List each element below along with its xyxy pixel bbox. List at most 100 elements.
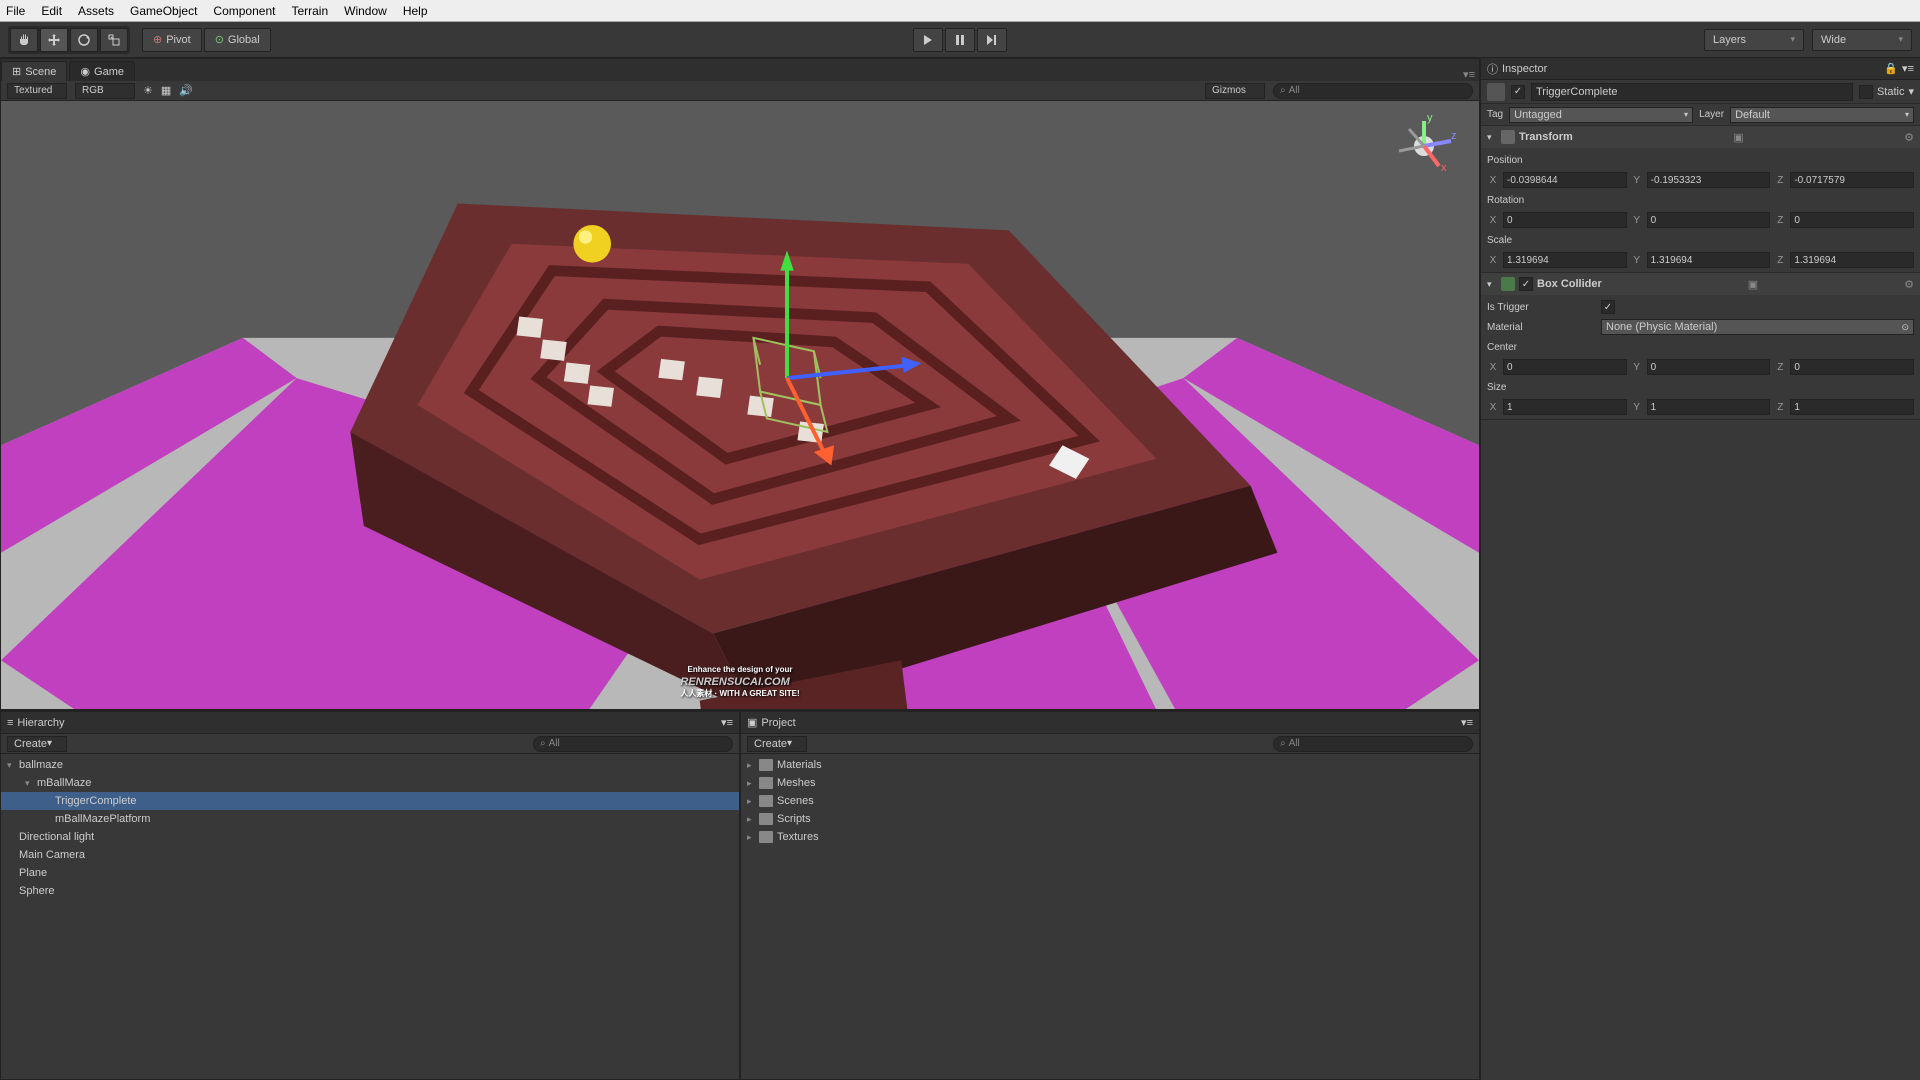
hierarchy-search[interactable]: All <box>533 736 733 752</box>
hierarchy-item[interactable]: Directional light <box>1 828 739 846</box>
size-y[interactable]: 1 <box>1647 399 1771 415</box>
render-dropdown[interactable]: RGB <box>75 83 135 99</box>
scale-x[interactable]: 1.319694 <box>1503 252 1627 268</box>
panel-menu-icon[interactable]: ▾≡ <box>721 716 733 729</box>
gizmos-dropdown[interactable]: Gizmos <box>1205 83 1265 99</box>
menu-window[interactable]: Window <box>344 4 387 18</box>
fx-toggle[interactable]: ▦ <box>161 84 171 97</box>
hierarchy-item[interactable]: Main Camera <box>1 846 739 864</box>
svg-text:x: x <box>1441 162 1447 174</box>
step-button[interactable] <box>977 28 1007 52</box>
rotation-z[interactable]: 0 <box>1790 212 1914 228</box>
hierarchy-create[interactable]: Create ▾ <box>7 736 67 752</box>
move-tool[interactable] <box>40 28 68 52</box>
layout-dropdown[interactable]: Wide <box>1812 29 1912 51</box>
active-checkbox[interactable]: ✓ <box>1511 85 1525 99</box>
transform-component: ▾ Transform ▣ ⚙ Position X-0.0398644Y-0.… <box>1481 126 1920 273</box>
menu-terrain[interactable]: Terrain <box>291 4 328 18</box>
project-search[interactable]: All <box>1273 736 1473 752</box>
position-x[interactable]: -0.0398644 <box>1503 172 1627 188</box>
menu-gameobject[interactable]: GameObject <box>130 4 197 18</box>
help-icon[interactable]: ▣ <box>1748 278 1758 291</box>
center-x[interactable]: 0 <box>1503 359 1627 375</box>
project-folder[interactable]: ▸Scenes <box>741 792 1479 810</box>
project-panel: ▣Project▾≡ Create ▾ All ▸Materials▸Meshe… <box>740 711 1480 1080</box>
transform-icon <box>1501 130 1515 144</box>
scale-y[interactable]: 1.319694 <box>1647 252 1771 268</box>
size-x[interactable]: 1 <box>1503 399 1627 415</box>
scene-icon: ⊞ <box>12 65 21 78</box>
pivot-toggle[interactable]: ⊕Pivot <box>142 28 202 52</box>
tag-dropdown[interactable]: Untagged <box>1509 107 1693 123</box>
static-checkbox[interactable] <box>1859 85 1873 99</box>
hierarchy-item[interactable]: ▾ballmaze <box>1 756 739 774</box>
lock-icon[interactable]: 🔒 <box>1884 62 1898 75</box>
project-folder[interactable]: ▸Textures <box>741 828 1479 846</box>
project-create[interactable]: Create ▾ <box>747 736 807 752</box>
panel-menu-icon[interactable]: ▾≡ <box>1461 716 1473 729</box>
layer-label: Layer <box>1699 109 1724 120</box>
layers-dropdown[interactable]: Layers <box>1704 29 1804 51</box>
rotation-x[interactable]: 0 <box>1503 212 1627 228</box>
inspector-panel: ⓘInspector🔒▾≡ ✓ Static▾ Tag Untagged Lay… <box>1480 58 1920 1080</box>
gear-icon[interactable]: ⚙ <box>1904 278 1914 291</box>
toolbar: ⊕Pivot ⊙Global Layers Wide <box>0 22 1920 58</box>
menu-help[interactable]: Help <box>403 4 428 18</box>
menu-assets[interactable]: Assets <box>78 4 114 18</box>
hierarchy-item[interactable]: Sphere <box>1 882 739 900</box>
center-y[interactable]: 0 <box>1647 359 1771 375</box>
project-tree: ▸Materials▸Meshes▸Scenes▸Scripts▸Texture… <box>741 754 1479 1079</box>
global-toggle[interactable]: ⊙Global <box>204 28 271 52</box>
hierarchy-item[interactable]: TriggerComplete <box>1 792 739 810</box>
transform-header[interactable]: ▾ Transform ▣ ⚙ <box>1481 126 1920 148</box>
gear-icon[interactable]: ⚙ <box>1904 131 1914 144</box>
shading-dropdown[interactable]: Textured <box>7 83 67 99</box>
pause-button[interactable] <box>945 28 975 52</box>
hierarchy-item[interactable]: Plane <box>1 864 739 882</box>
scale-label: Scale <box>1487 235 1597 246</box>
collapse-icon: ▾ <box>1487 279 1497 290</box>
inspector-icon: ⓘ <box>1487 61 1498 77</box>
scene-viewport[interactable]: y z x Enhance the design of your RENRENS… <box>1 101 1479 709</box>
hand-tool[interactable] <box>10 28 38 52</box>
project-folder[interactable]: ▸Scripts <box>741 810 1479 828</box>
panel-menu-icon[interactable]: ▾≡ <box>1459 68 1479 81</box>
object-name-field[interactable] <box>1531 83 1853 101</box>
rotation-y[interactable]: 0 <box>1647 212 1771 228</box>
hierarchy-item[interactable]: ▾mBallMaze <box>1 774 739 792</box>
menu-file[interactable]: File <box>6 4 25 18</box>
project-folder[interactable]: ▸Meshes <box>741 774 1479 792</box>
menu-edit[interactable]: Edit <box>41 4 62 18</box>
layer-dropdown[interactable]: Default <box>1730 107 1914 123</box>
menu-component[interactable]: Component <box>213 4 275 18</box>
light-toggle[interactable]: ☀ <box>143 84 153 97</box>
scene-search[interactable]: All <box>1273 83 1473 99</box>
inspector-title: Inspector <box>1502 63 1547 75</box>
static-dropdown[interactable]: ▾ <box>1908 85 1914 98</box>
play-button[interactable] <box>913 28 943 52</box>
tab-game[interactable]: ◉Game <box>69 61 135 81</box>
material-field[interactable]: None (Physic Material) <box>1601 319 1914 335</box>
hierarchy-item[interactable]: mBallMazePlatform <box>1 810 739 828</box>
istrigger-checkbox[interactable]: ✓ <box>1601 300 1615 314</box>
scale-tool[interactable] <box>100 28 128 52</box>
scale-z[interactable]: 1.319694 <box>1790 252 1914 268</box>
gameobject-icon <box>1487 83 1505 101</box>
orientation-gizmo[interactable]: y z x <box>1389 111 1459 181</box>
component-enabled-checkbox[interactable]: ✓ <box>1519 277 1533 291</box>
rotate-tool[interactable] <box>70 28 98 52</box>
center-z[interactable]: 0 <box>1790 359 1914 375</box>
boxcollider-header[interactable]: ▾ ✓ Box Collider ▣ ⚙ <box>1481 273 1920 295</box>
tab-scene[interactable]: ⊞Scene <box>1 61 67 81</box>
audio-toggle[interactable]: 🔊 <box>179 84 193 97</box>
help-icon[interactable]: ▣ <box>1733 131 1743 144</box>
rotation-label: Rotation <box>1487 195 1597 206</box>
project-folder[interactable]: ▸Materials <box>741 756 1479 774</box>
panel-menu-icon[interactable]: ▾≡ <box>1902 62 1914 75</box>
position-y[interactable]: -0.1953323 <box>1647 172 1771 188</box>
size-z[interactable]: 1 <box>1790 399 1914 415</box>
project-title: Project <box>761 717 795 729</box>
hierarchy-panel: ≡Hierarchy▾≡ Create ▾ All ▾ballmaze▾mBal… <box>0 711 740 1080</box>
position-z[interactable]: -0.0717579 <box>1790 172 1914 188</box>
svg-text:z: z <box>1451 130 1457 142</box>
